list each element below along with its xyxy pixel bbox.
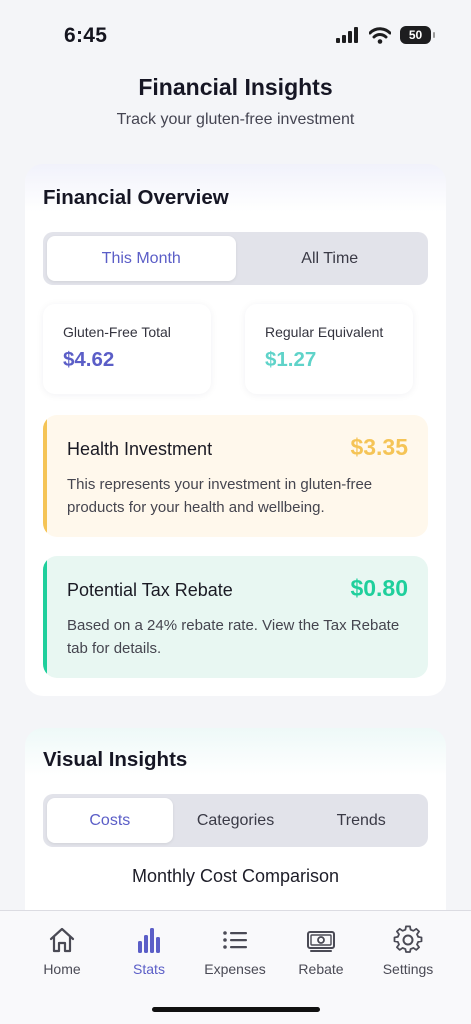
tax-rebate-amount: $0.80 [350,575,408,601]
status-bar: 6:45 50 [0,0,471,64]
rebate-accent-bar [43,556,47,678]
period-toggle: This Month All Time [43,232,428,285]
battery-level: 50 [408,28,423,42]
health-accent-bar [43,415,47,537]
tab-stats-label: Stats [133,961,165,977]
tab-costs[interactable]: Costs [47,798,173,843]
battery-icon: 50 [400,26,435,44]
insights-title: Visual Insights [43,748,188,771]
tab-settings-label: Settings [382,961,434,977]
page-header: Financial Insights Track your gluten-fre… [0,74,471,129]
health-investment-box: Health Investment $3.35 This represents … [43,415,428,537]
tab-rebate-label: Rebate [298,961,344,977]
gluten-free-total-box: Gluten-Free Total $4.62 [43,304,211,394]
overview-title: Financial Overview [43,186,229,209]
tax-rebate-box: Potential Tax Rebate $0.80 Based on a 24… [43,556,428,678]
tab-stats[interactable]: Stats [106,925,192,977]
insights-tabs: Costs Categories Trends [43,794,428,847]
wifi-icon [369,26,391,44]
chart-title: Monthly Cost Comparison [131,866,340,886]
status-icons: 50 [336,26,435,44]
page-subtitle: Track your gluten-free investment [116,111,355,128]
health-investment-title: Health Investment [67,439,213,459]
gear-icon [393,925,423,953]
tab-expenses-label: Expenses [204,961,266,977]
tab-home[interactable]: Home [19,925,105,977]
tax-rebate-title: Potential Tax Rebate [67,580,233,600]
gluten-free-total-label: Gluten-Free Total [63,324,171,340]
regular-equivalent-label: Regular Equivalent [265,324,384,340]
tab-settings[interactable]: Settings [365,925,451,977]
stats-icon [138,928,160,953]
health-investment-amount: $3.35 [350,434,408,460]
health-investment-description: This represents your investment in glute… [67,476,373,516]
page-title: Financial Insights [138,74,333,100]
tab-all-time[interactable]: All Time [236,236,425,281]
home-icon [49,927,75,953]
financial-overview-card: Financial Overview This Month All Time G… [25,164,446,696]
tab-categories[interactable]: Categories [173,798,299,843]
home-indicator [152,1007,320,1012]
regular-equivalent-box: Regular Equivalent $1.27 [245,304,413,394]
status-time: 6:45 [64,24,108,47]
tab-trends[interactable]: Trends [298,798,424,843]
tax-rebate-description: Based on a 24% rebate rate. View the Tax… [67,617,400,657]
tab-home-label: Home [43,961,81,977]
tab-expenses[interactable]: Expenses [192,925,278,977]
list-icon [223,931,247,949]
cellular-signal-icon [336,27,358,43]
gluten-free-total-value: $4.62 [63,348,115,371]
tab-this-month[interactable]: This Month [47,236,236,281]
tab-rebate[interactable]: Rebate [278,925,364,977]
regular-equivalent-value: $1.27 [265,348,317,371]
banknote-icon [307,931,335,952]
